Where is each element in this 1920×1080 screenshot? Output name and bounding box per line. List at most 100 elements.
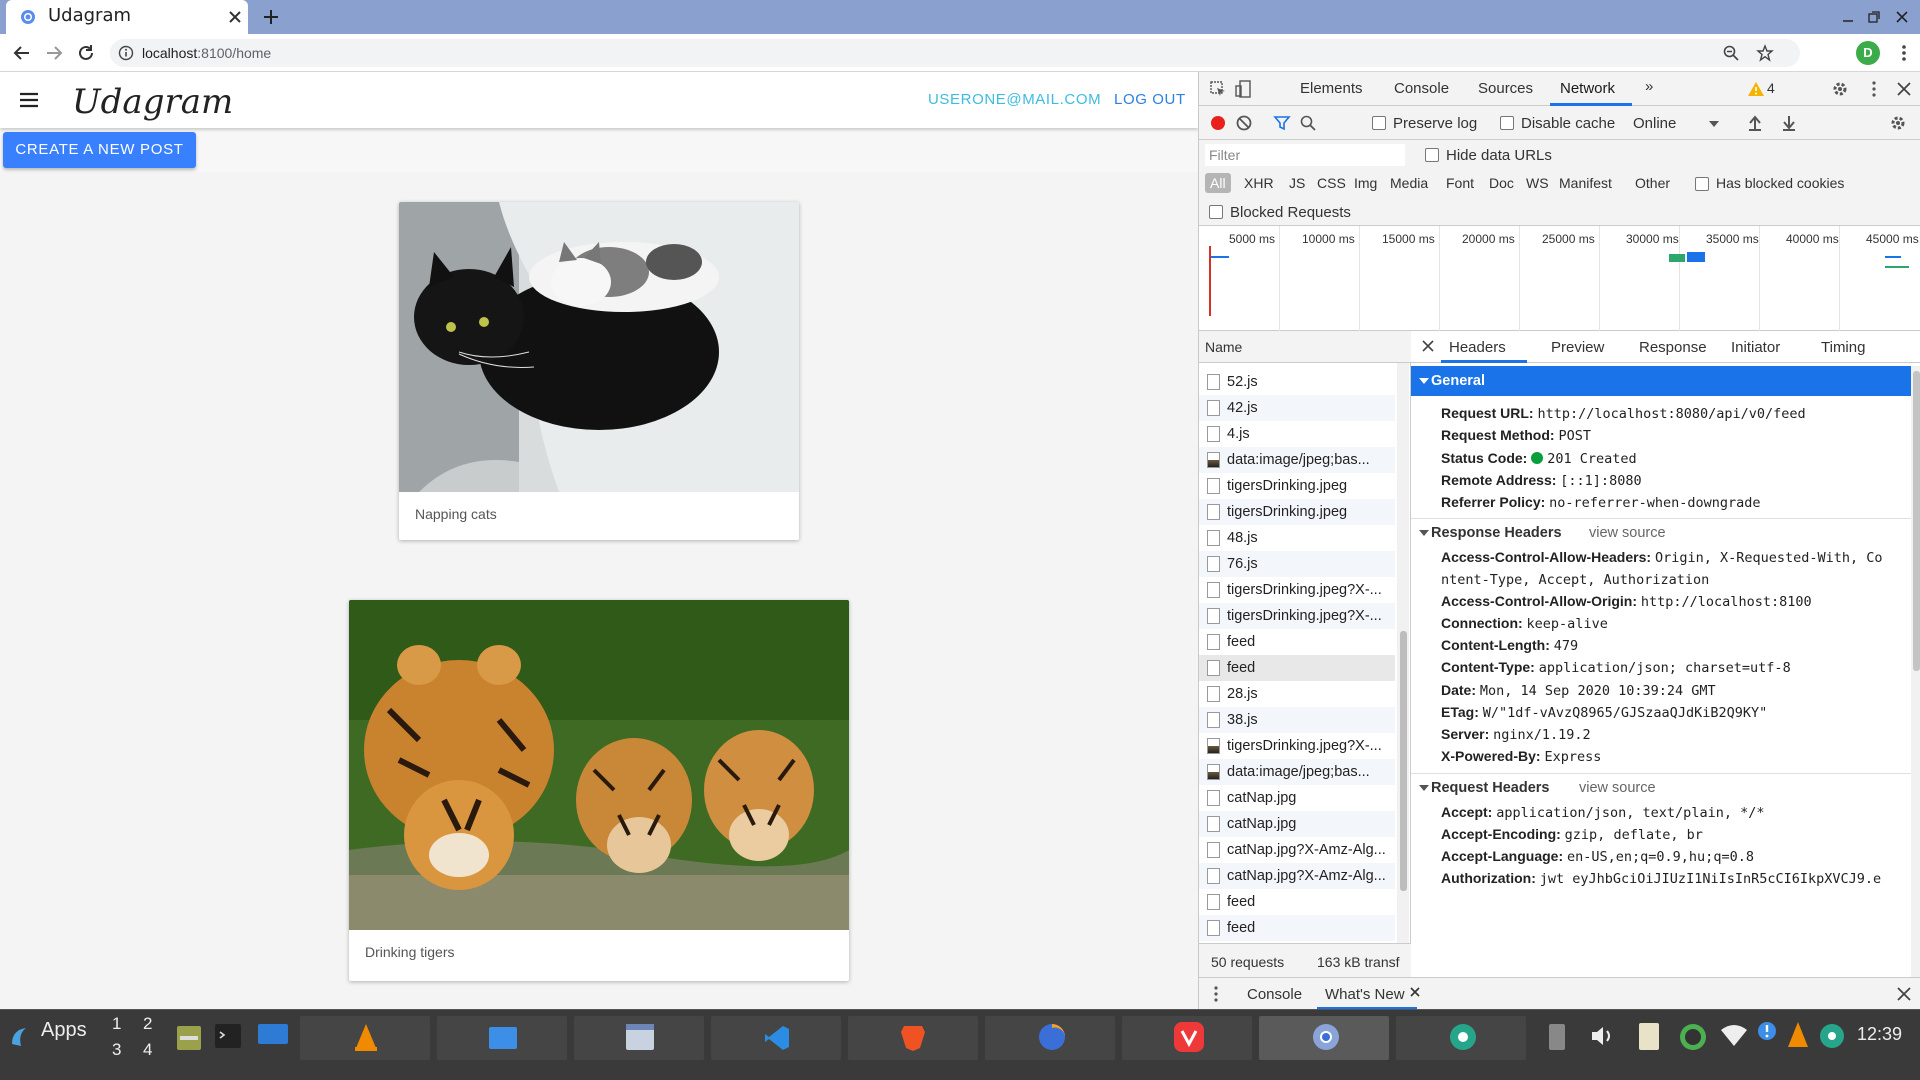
type-filter-js[interactable]: JS	[1289, 175, 1305, 191]
general-section-header[interactable]: General	[1411, 366, 1911, 396]
browser-menu-icon[interactable]	[1894, 43, 1914, 63]
request-row[interactable]: 28.js	[1199, 681, 1395, 707]
logout-button[interactable]: LOG OUT	[1114, 91, 1186, 108]
request-row[interactable]: catNap.jpg?X-Amz-Alg...	[1199, 863, 1395, 889]
request-row[interactable]: data:image/jpeg;bas...	[1199, 447, 1395, 473]
type-filter-css[interactable]: CSS	[1317, 175, 1346, 191]
wifi-icon[interactable]	[1720, 1024, 1748, 1048]
request-row[interactable]: 38.js	[1199, 707, 1395, 733]
type-filter-manifest[interactable]: Manifest	[1559, 175, 1612, 191]
request-row[interactable]: tigersDrinking.jpeg	[1199, 473, 1395, 499]
more-options-icon[interactable]	[1865, 80, 1883, 98]
search-icon[interactable]	[1299, 114, 1317, 132]
taskbar-window-files[interactable]	[437, 1016, 567, 1060]
type-filter-other[interactable]: Other	[1635, 175, 1670, 191]
apps-launcher-icon[interactable]	[8, 1024, 34, 1050]
warning-icon[interactable]	[1747, 80, 1765, 98]
request-row[interactable]: 4.js	[1199, 421, 1395, 447]
type-filter-xhr[interactable]: XHR	[1244, 175, 1274, 191]
settings-gear-icon[interactable]	[1831, 80, 1849, 98]
bookmark-star-icon[interactable]	[1756, 44, 1774, 62]
back-icon[interactable]	[12, 43, 32, 63]
clipboard-icon[interactable]	[1636, 1020, 1662, 1052]
circle-app-icon[interactable]	[1678, 1022, 1708, 1052]
taskbar-window-firefox[interactable]	[985, 1016, 1115, 1060]
request-row[interactable]: 48.js	[1199, 525, 1395, 551]
tab-network[interactable]: Network	[1560, 80, 1615, 97]
request-row[interactable]: tigersDrinking.jpeg?X-...	[1199, 733, 1395, 759]
type-filter-img[interactable]: Img	[1354, 175, 1377, 191]
request-row[interactable]: data:image/jpeg;bas...	[1199, 759, 1395, 785]
close-details-icon[interactable]	[1421, 339, 1435, 353]
user-email-link[interactable]: USERONE@MAIL.COM	[928, 91, 1101, 108]
details-tab-preview[interactable]: Preview	[1551, 339, 1604, 356]
drawer-tab-whats-new[interactable]: What's New	[1325, 986, 1405, 1003]
menu-icon[interactable]	[18, 90, 40, 110]
reload-icon[interactable]	[76, 43, 96, 63]
vlc-tray-icon[interactable]	[1784, 1020, 1812, 1052]
new-tab-icon[interactable]	[262, 8, 280, 26]
file-manager-icon[interactable]	[175, 1022, 203, 1052]
taskbar-window-app[interactable]	[574, 1016, 704, 1060]
browser-tab[interactable]: Udagram	[6, 0, 248, 34]
network-settings-icon[interactable]	[1889, 114, 1907, 132]
hide-data-urls-checkbox[interactable]	[1425, 148, 1439, 162]
request-row[interactable]: tigersDrinking.jpeg?X-...	[1199, 577, 1395, 603]
taskbar-window-brave[interactable]	[848, 1016, 978, 1060]
workspace-4[interactable]: 4	[143, 1040, 152, 1060]
filter-icon[interactable]	[1273, 114, 1291, 132]
throttling-select[interactable]: Online	[1633, 115, 1676, 132]
response-headers-section[interactable]: Response Headers view source	[1411, 518, 1911, 544]
taskbar-window-vscode[interactable]	[711, 1016, 841, 1060]
profile-avatar[interactable]: D	[1856, 41, 1880, 65]
tab-sources[interactable]: Sources	[1478, 80, 1533, 97]
details-tab-response[interactable]: Response	[1639, 339, 1707, 356]
usb-drive-icon[interactable]	[1546, 1022, 1568, 1052]
name-column-header[interactable]: Name	[1199, 331, 1411, 363]
workspace-2[interactable]: 2	[143, 1014, 152, 1034]
more-tabs-icon[interactable]: »	[1645, 78, 1653, 95]
dropdown-caret-icon[interactable]	[1705, 115, 1723, 133]
disable-cache-checkbox[interactable]	[1500, 116, 1514, 130]
taskbar-window-vlc[interactable]	[300, 1016, 430, 1060]
close-drawer-icon[interactable]	[1895, 985, 1913, 1003]
volume-icon[interactable]	[1590, 1024, 1616, 1048]
tab-console[interactable]: Console	[1394, 80, 1449, 97]
record-icon[interactable]	[1209, 114, 1227, 132]
has-blocked-cookies-checkbox[interactable]	[1695, 177, 1709, 191]
device-toolbar-icon[interactable]	[1235, 80, 1253, 98]
address-bar[interactable]: localhost:8100/home	[110, 39, 1800, 67]
taskbar-window-chrome[interactable]	[1259, 1016, 1389, 1060]
info-icon[interactable]	[118, 45, 134, 61]
details-tab-initiator[interactable]: Initiator	[1731, 339, 1780, 356]
network-overview-timeline[interactable]: 5000 ms 10000 ms 15000 ms 20000 ms 25000…	[1199, 226, 1920, 331]
request-list-scroll-thumb[interactable]	[1400, 631, 1407, 891]
close-devtools-icon[interactable]	[1895, 80, 1913, 98]
request-row[interactable]: catNap.jpg	[1199, 785, 1395, 811]
workspace-3[interactable]: 3	[112, 1040, 121, 1060]
details-scroll-thumb[interactable]	[1913, 371, 1920, 671]
drawer-menu-icon[interactable]	[1207, 985, 1225, 1003]
request-row[interactable]: tigersDrinking.jpeg?X-...	[1199, 603, 1395, 629]
request-row[interactable]: tigersDrinking.jpeg	[1199, 499, 1395, 525]
create-post-button[interactable]: CREATE A NEW POST	[3, 132, 196, 168]
view-source-link[interactable]: view source	[1579, 780, 1656, 796]
type-filter-ws[interactable]: WS	[1526, 175, 1549, 191]
close-drawer-tab-icon[interactable]	[1409, 986, 1421, 998]
taskbar-window-vivaldi[interactable]	[1122, 1016, 1252, 1060]
type-filter-all[interactable]: All	[1205, 173, 1231, 193]
drawer-tab-console[interactable]: Console	[1247, 986, 1302, 1003]
request-row[interactable]: catNap.jpg?X-Amz-Alg...	[1199, 837, 1395, 863]
taskbar-window-app2[interactable]	[1396, 1016, 1526, 1060]
notification-icon[interactable]	[1756, 1020, 1778, 1050]
request-row[interactable]: 76.js	[1199, 551, 1395, 577]
apps-label[interactable]: Apps	[41, 1019, 87, 1042]
workspace-1[interactable]: 1	[112, 1014, 121, 1034]
inspect-element-icon[interactable]	[1209, 80, 1227, 98]
request-headers-section[interactable]: Request Headers view source	[1411, 773, 1911, 799]
request-row[interactable]: catNap.jpg	[1199, 811, 1395, 837]
blocked-requests-checkbox[interactable]	[1209, 205, 1223, 219]
export-har-icon[interactable]	[1780, 114, 1798, 132]
request-row[interactable]: 52.js	[1199, 369, 1395, 395]
aperture-tray-icon[interactable]	[1818, 1022, 1846, 1050]
